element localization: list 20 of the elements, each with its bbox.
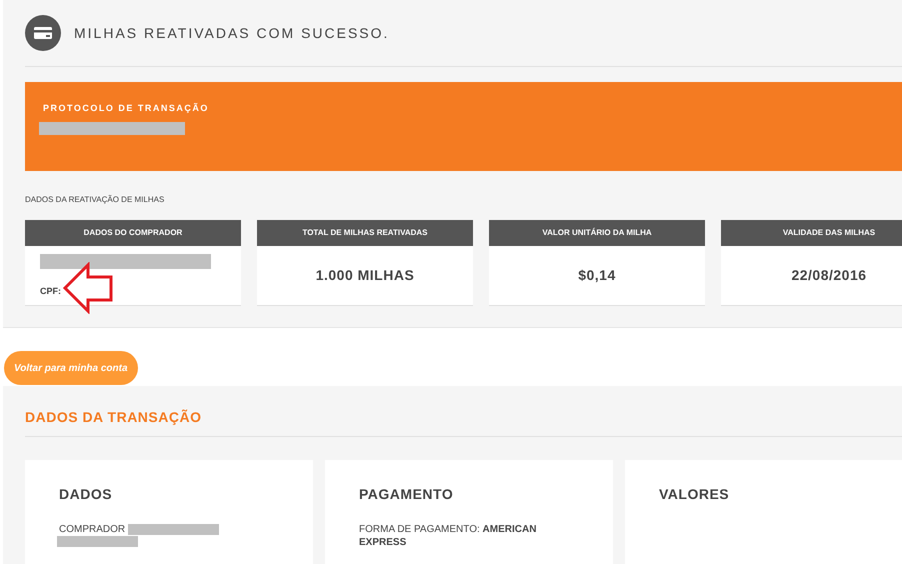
- payment-method-text: FORMA DE PAGAMENTO: AMERICAN EXPRESS: [359, 524, 536, 548]
- stat-header: DADOS DO COMPRADOR: [25, 220, 241, 246]
- cpf-label: CPF:: [40, 286, 61, 296]
- card-title: PAGAMENTO: [359, 486, 454, 502]
- stat-header: VALIDADE DAS MILHAS: [721, 220, 902, 246]
- back-button[interactable]: Voltar para minha conta: [4, 351, 138, 385]
- card-title: VALORES: [659, 486, 730, 502]
- card-title: DADOS: [59, 486, 114, 502]
- arrow-icon: [63, 262, 113, 314]
- stat-header: TOTAL DE MILHAS REATIVADAS: [257, 220, 473, 246]
- protocol-label: PROTOCOLO DE TRANSAÇÃO: [43, 103, 210, 113]
- stat-value: $0,14: [578, 267, 616, 283]
- stat-value: 1.000 MILHAS: [316, 267, 414, 283]
- buyer-label: COMPRADOR: [59, 524, 126, 535]
- section-label: DADOS DA REATIVAÇÃO DE MILHAS: [25, 195, 166, 204]
- page-title: MILHAS REATIVADAS COM SUCESSO.: [74, 25, 390, 41]
- stat-value: 22/08/2016: [791, 267, 867, 283]
- credit-card-icon: [25, 15, 61, 51]
- stat-header: VALOR UNITÁRIO DA MILHA: [489, 220, 705, 246]
- section-title: DADOS DA TRANSAÇÃO: [25, 386, 902, 437]
